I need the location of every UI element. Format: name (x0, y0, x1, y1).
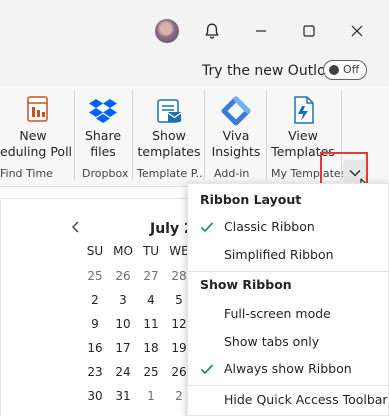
group-divider (132, 90, 133, 180)
viva-insights-icon (208, 92, 264, 126)
bell-icon[interactable] (198, 17, 226, 45)
chevron-left-icon[interactable] (68, 220, 84, 238)
calendar-day[interactable]: 27 (137, 268, 165, 284)
menu-item-simplified-ribbon[interactable]: Simplified Ribbon (224, 247, 334, 263)
menu-divider (188, 271, 388, 272)
toggle-state-label: Off (343, 63, 360, 76)
show-templates-button[interactable]: Show templates (136, 92, 202, 160)
menu-item-classic-ribbon[interactable]: Classic Ribbon (224, 219, 315, 235)
calendar-day[interactable]: 31 (109, 388, 137, 404)
menu-section-header-ribbon-layout: Ribbon Layout (200, 192, 302, 207)
calendar-day[interactable]: 4 (137, 292, 165, 308)
button-label-line2: Insights (211, 144, 261, 159)
calendar-day[interactable]: 9 (81, 316, 109, 332)
close-icon[interactable] (343, 17, 371, 45)
menu-item-show-tabs-only[interactable]: Show tabs only (224, 334, 319, 350)
user-avatar[interactable] (155, 19, 179, 43)
pane-divider (0, 198, 200, 199)
group-label-template-phrases: Template P... (137, 167, 207, 180)
weekday-header: TU (142, 244, 160, 258)
button-label-line1: View (288, 128, 318, 143)
menu-item-full-screen-mode[interactable]: Full-screen mode (224, 306, 331, 322)
calendar-day[interactable]: 2 (81, 292, 109, 308)
calendar-day[interactable]: 25 (137, 364, 165, 380)
calendar-day[interactable]: 16 (81, 340, 109, 356)
button-label-line1: New (19, 128, 47, 143)
calendar-day[interactable]: 17 (109, 340, 137, 356)
calendar-day[interactable]: 1 (137, 388, 165, 404)
try-new-outlook-label: Try the new Outlook (202, 63, 343, 79)
dropbox-icon (80, 92, 126, 126)
menu-item-always-show-ribbon[interactable]: Always show Ribbon (224, 361, 352, 377)
button-label-line1: Show (152, 128, 186, 143)
menu-item-hide-quick-access-toolbar[interactable]: Hide Quick Access Toolbar (224, 392, 388, 408)
weekday-header: SU (86, 244, 104, 258)
checkmark-icon (199, 219, 215, 235)
calendar-day[interactable]: 23 (81, 364, 109, 380)
viva-insights-button[interactable]: Viva Insights (208, 92, 264, 160)
button-label-line1: Share (84, 128, 122, 143)
checkmark-icon (199, 361, 215, 377)
group-label-add-in: Add-in (214, 167, 250, 180)
calendar-day[interactable]: 24 (109, 364, 137, 380)
button-label-line2: eduling Poll (0, 144, 73, 159)
calendar-day[interactable]: 3 (109, 292, 137, 308)
calendar-day[interactable]: 25 (81, 268, 109, 284)
calendar-day[interactable]: 26 (109, 268, 137, 284)
pane-edge (0, 200, 1, 416)
scheduling-poll-icon (0, 92, 66, 126)
group-divider (204, 90, 205, 180)
maximize-icon[interactable] (295, 17, 323, 45)
minimize-icon[interactable] (247, 17, 275, 45)
templates-icon (136, 92, 202, 126)
calendar-day[interactable]: 11 (137, 316, 165, 332)
calendar-day[interactable]: 18 (137, 340, 165, 356)
button-label-line1: Viva (222, 128, 250, 143)
weekday-header: MO (113, 244, 133, 258)
title-bar (0, 0, 389, 62)
calendar-day[interactable]: 30 (81, 388, 109, 404)
menu-divider (188, 385, 388, 386)
ribbon-display-options-menu: Ribbon Layout Classic Ribbon Simplified … (187, 183, 389, 416)
group-label-find-time: Find Time (0, 167, 53, 180)
group-divider (266, 90, 267, 180)
share-files-button[interactable]: Share files (80, 92, 126, 160)
view-templates-icon (270, 92, 336, 126)
new-scheduling-poll-button[interactable]: New eduling Poll (0, 92, 73, 160)
try-new-outlook-toggle[interactable]: Off (323, 60, 367, 80)
button-label-line2: templates (137, 144, 201, 159)
view-templates-button[interactable]: View Templates (270, 92, 336, 160)
button-label-line2: files (90, 144, 116, 159)
group-divider (74, 90, 75, 180)
menu-section-header-show-ribbon: Show Ribbon (200, 277, 292, 292)
group-label-dropbox: Dropbox (82, 167, 129, 180)
calendar-day[interactable]: 10 (109, 316, 137, 332)
toggle-knob (329, 65, 339, 75)
